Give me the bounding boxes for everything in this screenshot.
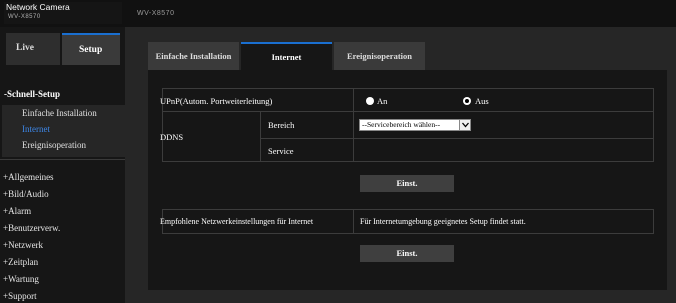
upnp-off-radio[interactable] (463, 97, 471, 105)
recommend-description: Für Internetumgebung geeignetes Setup fi… (360, 217, 526, 226)
live-tab[interactable]: Live (6, 33, 60, 65)
app-title: Network Camera (6, 2, 70, 12)
table-border-right (653, 88, 654, 162)
mode-tabs: Live Setup (6, 33, 120, 65)
recommend-border-right (653, 209, 654, 234)
model-name: WV-X8570 (137, 10, 175, 17)
set-button-recommend[interactable]: Einst. (360, 245, 454, 262)
upnp-off-label[interactable]: Aus (475, 96, 489, 106)
sidebar-item-netzwerk[interactable]: +Netzwerk (3, 240, 43, 250)
bereich-select-value: --Servicebereich wählen-- (362, 120, 441, 129)
brand-logo: Network Camera WV-X8570 (4, 2, 122, 24)
sidebar-item-zeitplan[interactable]: +Zeitplan (3, 257, 38, 267)
upnp-label: UPnP(Autom. Portweiterleitung) (160, 96, 273, 106)
sidebar-item-benutzerverw[interactable]: +Benutzerverw. (3, 223, 60, 233)
sidebar-item-support[interactable]: +Support (3, 291, 37, 301)
chevron-down-icon (459, 120, 470, 130)
schnell-setup-heading[interactable]: -Schnell-Setup (4, 89, 60, 99)
tab-ereignisoperation[interactable]: Ereignisoperation (334, 42, 425, 70)
set-button-ddns[interactable]: Einst. (360, 175, 454, 192)
table-divider-value (353, 88, 354, 162)
setup-tab[interactable]: Setup (62, 33, 120, 65)
recommend-label: Empfohlene Netzwerkeinstellungen für Int… (160, 217, 314, 226)
settings-area: UPnP(Autom. Portweiterleitung) An Aus DD… (148, 70, 667, 290)
sidebar: Live Setup -Schnell-Setup Einfache Insta… (0, 27, 125, 303)
bereich-select[interactable]: --Servicebereich wählen-- (359, 119, 471, 131)
table-border-row2 (260, 138, 653, 139)
ddns-bereich-label: Bereich (268, 120, 295, 130)
top-bar: Network Camera WV-X8570 WV-X8570 (0, 0, 676, 27)
sidebar-item-einfache-installation[interactable]: Einfache Installation (22, 108, 97, 118)
table-border-top (162, 88, 653, 89)
ddns-label: DDNS (160, 132, 184, 142)
model-name-small: WV-X8570 (8, 14, 41, 20)
recommend-border-top (162, 209, 653, 210)
table-border-row1 (162, 111, 653, 112)
tab-einfache-installation[interactable]: Einfache Installation (148, 42, 239, 70)
recommend-divider (353, 209, 354, 234)
table-divider-ddns (260, 111, 261, 162)
sidebar-item-ereignisoperation[interactable]: Ereignisoperation (22, 140, 86, 150)
sidebar-item-bild-audio[interactable]: +Bild/Audio (3, 189, 49, 199)
upnp-on-radio[interactable] (366, 97, 374, 105)
recommend-border-bottom (162, 233, 653, 234)
ddns-service-label: Service (268, 146, 294, 156)
sidebar-divider (0, 159, 125, 160)
sidebar-item-wartung[interactable]: +Wartung (3, 274, 39, 284)
table-border-bottom (162, 161, 653, 162)
sidebar-item-allgemeines[interactable]: +Allgemeines (3, 172, 54, 182)
sidebar-item-alarm[interactable]: +Alarm (3, 206, 31, 216)
upnp-on-label[interactable]: An (377, 96, 387, 106)
tab-internet[interactable]: Internet (241, 42, 332, 70)
sidebar-item-internet[interactable]: Internet (22, 124, 50, 134)
